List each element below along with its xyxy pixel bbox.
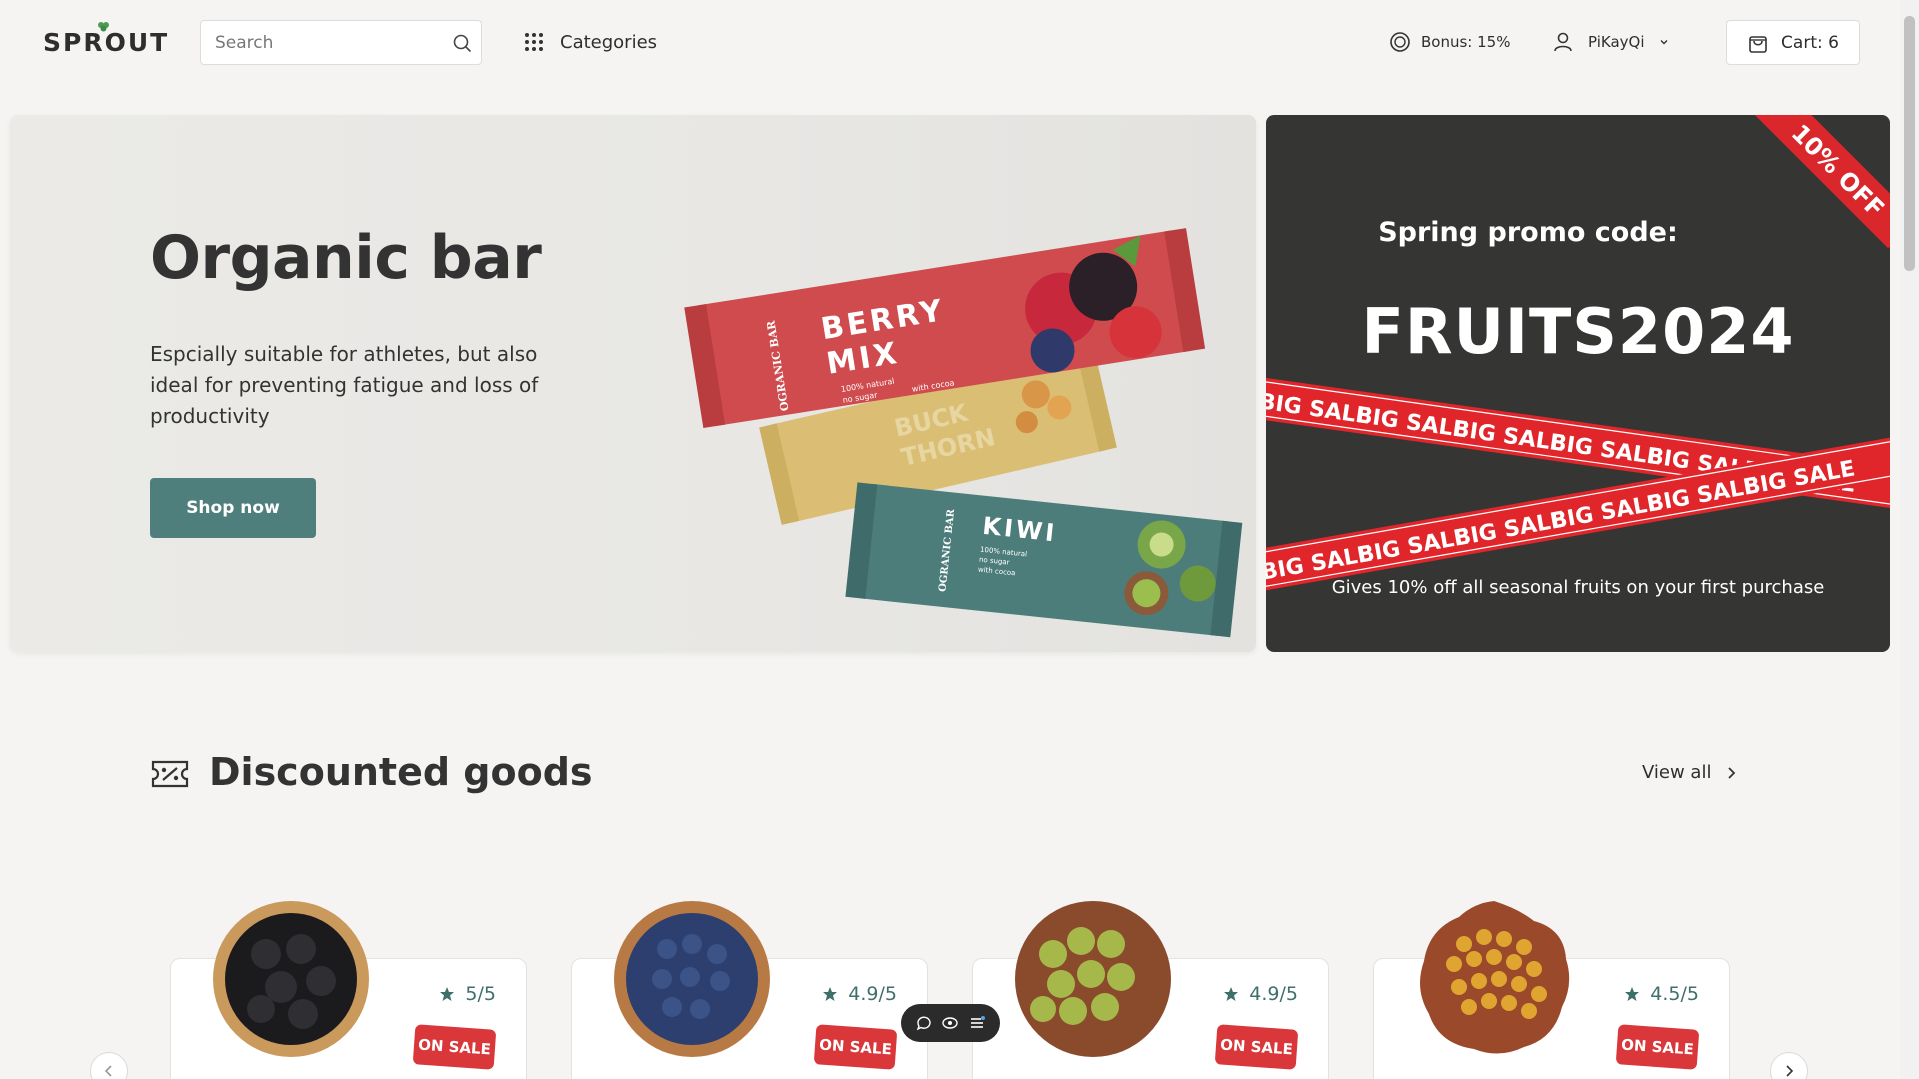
view-all-link[interactable]: View all [1642, 762, 1737, 783]
section-title: Discounted goods [209, 750, 593, 794]
bonus-indicator[interactable]: Bonus: 15% [1389, 28, 1510, 56]
star-icon [1224, 987, 1239, 1001]
menu-icon[interactable] [968, 1014, 986, 1032]
star-icon [823, 987, 838, 1001]
hero-title: Organic bar [150, 223, 542, 293]
green-grapes-bowl-image [1015, 901, 1171, 1057]
bag-icon [1749, 35, 1767, 53]
ticket-icon [151, 760, 189, 788]
shop-now-button[interactable]: Shop now [150, 478, 316, 538]
view-all-label: View all [1642, 762, 1712, 783]
product-card[interactable]: 5/5 ON SALE [170, 901, 527, 1079]
carousel-next-button[interactable] [1770, 1052, 1808, 1079]
sale-badge: ON SALE [1615, 1024, 1700, 1070]
hero-description: Espcially suitable for athletes, but als… [150, 342, 539, 428]
eye-icon[interactable] [941, 1014, 959, 1032]
coin-icon [1390, 32, 1410, 52]
categories-button[interactable]: Categories [524, 28, 657, 56]
search-box [200, 20, 482, 65]
grid-icon [525, 33, 543, 51]
rating-value: 4.9/5 [848, 983, 897, 1005]
star-icon [1625, 987, 1640, 1001]
user-menu[interactable]: PiKayQi [1552, 28, 1669, 56]
chevron-right-icon [1728, 766, 1736, 779]
chevron-right-icon [1786, 1065, 1794, 1077]
logo[interactable]: SPROUT [43, 22, 170, 57]
carousel-prev-button[interactable] [90, 1052, 128, 1079]
corner-ribbon-text: 10% OFF [1786, 119, 1890, 223]
rating-value: 4.5/5 [1650, 983, 1699, 1005]
cart-button[interactable]: Cart: 6 [1726, 20, 1860, 65]
user-name: PiKayQi [1588, 33, 1645, 51]
blackberries-bowl-image [213, 901, 369, 1057]
promo-code: FRUITS2024 [1361, 295, 1795, 368]
product-card[interactable]: 4.9/5 ON SALE [972, 901, 1329, 1079]
star-icon [440, 987, 455, 1001]
organic-bars-image: BUCK THORN BERRY MIX 100% natural no sug… [684, 228, 1243, 638]
chevron-left-icon [104, 1065, 112, 1077]
rating-value: 5/5 [465, 983, 496, 1005]
sale-badge: ON SALE [1214, 1024, 1299, 1070]
comment-icon[interactable] [915, 1014, 933, 1032]
scrollbar-thumb[interactable] [1904, 16, 1915, 271]
user-icon [1554, 32, 1572, 52]
search-icon[interactable] [452, 33, 472, 53]
cart-label: Cart: 6 [1781, 32, 1839, 53]
product-card[interactable]: 4.5/5 ON SALE [1373, 901, 1730, 1079]
search-input[interactable] [215, 30, 440, 56]
product-rating: 4.9/5 [822, 983, 897, 1005]
sale-ribbons: 10% OFF BIG SALE BIG SALE BIG SALE BIG S… [1266, 115, 1890, 600]
blueberries-bowl-image [614, 901, 770, 1057]
sea-buckthorn-bowl-image [1420, 901, 1570, 1054]
hero-banner: Organic bar Espcially suitable for athle… [10, 115, 1256, 652]
promo-banner: 10% OFF BIG SALE BIG SALE BIG SALE BIG S… [1266, 115, 1890, 652]
promo-label: Spring promo code: [1378, 217, 1678, 248]
chevron-down-icon [1660, 40, 1667, 45]
product-rating: 4.9/5 [1223, 983, 1298, 1005]
product-card[interactable]: 4.9/5 ON SALE [571, 901, 928, 1079]
floating-toolbar [901, 1004, 1000, 1042]
promo-note: Gives 10% off all seasonal fruits on you… [1331, 577, 1825, 598]
bonus-label: Bonus: 15% [1421, 33, 1511, 51]
sale-badge: ON SALE [412, 1024, 497, 1070]
bar-kiwi: KIWI 100% natural no sugar with cocoa OG… [845, 482, 1243, 638]
leaf-icon [98, 22, 109, 32]
product-rating: 4.5/5 [1624, 983, 1699, 1005]
vertical-scrollbar[interactable] [1900, 0, 1919, 1079]
logo-text: SPROUT [43, 28, 170, 57]
sale-badge: ON SALE [813, 1024, 898, 1070]
product-rating: 5/5 [439, 983, 496, 1005]
categories-label: Categories [560, 31, 658, 53]
rating-value: 4.9/5 [1249, 983, 1298, 1005]
